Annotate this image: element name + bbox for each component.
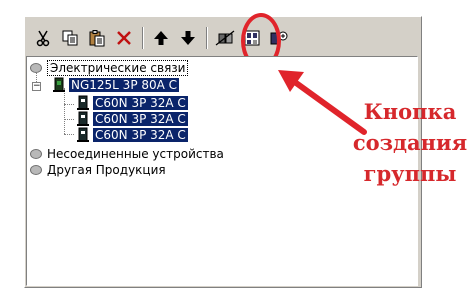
tree-node-label: C60N 3P 32A C xyxy=(93,112,188,126)
device-icon xyxy=(77,127,89,142)
node-bullet-icon xyxy=(30,165,42,175)
cut-icon xyxy=(36,30,50,47)
tree-node-device[interactable]: C60N 3P 32A C xyxy=(76,111,188,127)
toolbar-separator xyxy=(206,27,208,49)
move-down-button[interactable] xyxy=(175,25,201,51)
tree-node-breaker[interactable]: NG125L 3P 80A C xyxy=(52,77,180,93)
tree-connector xyxy=(64,104,74,105)
node-bullet-icon xyxy=(30,63,42,73)
delete-button[interactable] xyxy=(111,25,137,51)
device-icon xyxy=(77,111,89,126)
callout-text: Кнопка создания группы xyxy=(352,96,468,189)
breaker-icon xyxy=(53,77,65,92)
callout-line: группы xyxy=(363,161,457,186)
copy-icon xyxy=(62,30,78,46)
callout-line: Кнопка xyxy=(363,99,457,124)
callout-line: создания xyxy=(352,130,468,155)
tree-node-electrical[interactable]: Электрические связи xyxy=(30,60,189,76)
tree-node-label: Несоединенные устройства xyxy=(47,147,224,161)
collapse-toggle[interactable]: − xyxy=(32,82,41,91)
move-down-icon xyxy=(181,31,195,45)
delete-icon xyxy=(117,31,131,45)
tree-node-device[interactable]: C60N 3P 32A C xyxy=(76,127,188,143)
move-up-icon xyxy=(154,31,168,45)
tree-node-device[interactable]: C60N 3P 32A C xyxy=(76,95,188,111)
tree-connector xyxy=(64,134,74,135)
tree-node-other[interactable]: Другая Продукция xyxy=(30,162,166,178)
node-bullet-icon xyxy=(30,149,42,159)
copy-button[interactable] xyxy=(57,25,83,51)
disconnect-icon xyxy=(215,30,235,46)
tree-connector xyxy=(64,119,74,120)
tree-node-unconnected[interactable]: Несоединенные устройства xyxy=(30,146,224,162)
disconnect-button[interactable] xyxy=(212,25,238,51)
device-icon xyxy=(77,95,89,110)
paste-icon xyxy=(89,30,105,47)
tree-node-label: C60N 3P 32A C xyxy=(93,128,188,142)
tree-connector xyxy=(64,88,65,134)
tree-node-label: C60N 3P 32A C xyxy=(93,96,188,110)
cut-button[interactable] xyxy=(30,25,56,51)
toolbar-separator xyxy=(142,27,144,49)
tree-node-label: NG125L 3P 80A C xyxy=(69,78,180,92)
move-up-button[interactable] xyxy=(148,25,174,51)
paste-button[interactable] xyxy=(84,25,110,51)
tree-node-label: Электрические связи xyxy=(47,60,189,76)
tree-node-label: Другая Продукция xyxy=(47,163,166,177)
